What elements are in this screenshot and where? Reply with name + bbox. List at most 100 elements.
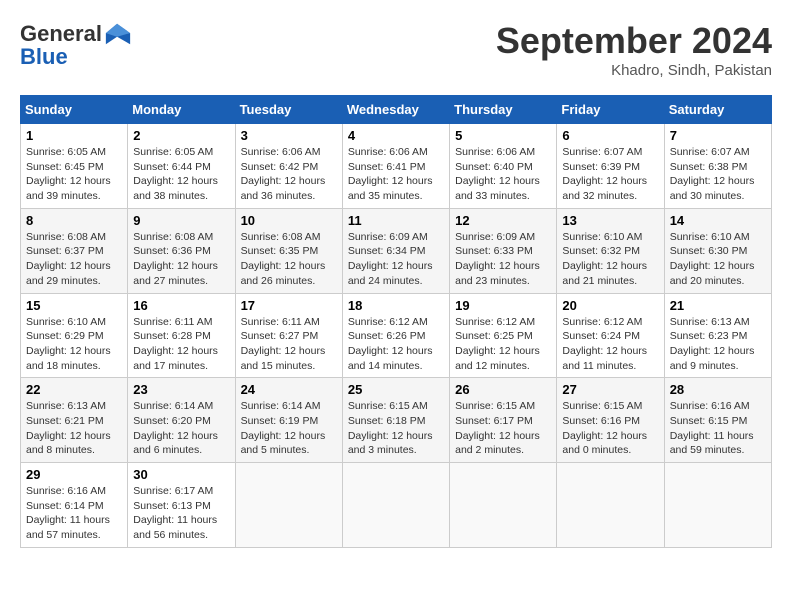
calendar-cell [664,463,771,548]
calendar-cell: 28 Sunrise: 6:16 AM Sunset: 6:15 PM Dayli… [664,378,771,463]
day-number: 27 [562,382,658,397]
calendar-cell: 23 Sunrise: 6:14 AM Sunset: 6:20 PM Dayli… [128,378,235,463]
day-info: Sunrise: 6:10 AM Sunset: 6:30 PM Dayligh… [670,230,766,289]
day-info: Sunrise: 6:08 AM Sunset: 6:36 PM Dayligh… [133,230,229,289]
calendar-cell: 20 Sunrise: 6:12 AM Sunset: 6:24 PM Dayli… [557,293,664,378]
logo: General Blue [20,20,132,70]
day-number: 2 [133,128,229,143]
calendar-cell: 17Sunrise: 6:11 AM Sunset: 6:27 PM Dayli… [235,293,342,378]
day-info: Sunrise: 6:13 AM Sunset: 6:23 PM Dayligh… [670,315,766,374]
calendar-cell: 16Sunrise: 6:11 AM Sunset: 6:28 PM Dayli… [128,293,235,378]
day-number: 4 [348,128,444,143]
logo-icon [104,20,132,48]
day-info: Sunrise: 6:12 AM Sunset: 6:25 PM Dayligh… [455,315,551,374]
day-info: Sunrise: 6:16 AM Sunset: 6:14 PM Dayligh… [26,484,122,543]
calendar-cell: 14 Sunrise: 6:10 AM Sunset: 6:30 PM Dayli… [664,208,771,293]
calendar-cell: 8 Sunrise: 6:08 AM Sunset: 6:37 PM Daylig… [21,208,128,293]
page-header: General Blue September 2024 Khadro, Sind… [20,20,772,79]
day-info: Sunrise: 6:15 AM Sunset: 6:17 PM Dayligh… [455,399,551,458]
calendar-header-row: SundayMondayTuesdayWednesdayThursdayFrid… [21,96,772,124]
calendar-cell [342,463,449,548]
calendar-week-row: 29 Sunrise: 6:16 AM Sunset: 6:14 PM Dayli… [21,463,772,548]
day-info: Sunrise: 6:09 AM Sunset: 6:33 PM Dayligh… [455,230,551,289]
day-number: 3 [241,128,337,143]
calendar-week-row: 15Sunrise: 6:10 AM Sunset: 6:29 PM Dayli… [21,293,772,378]
day-info: Sunrise: 6:10 AM Sunset: 6:32 PM Dayligh… [562,230,658,289]
day-number: 10 [241,213,337,228]
day-number: 30 [133,467,229,482]
day-info: Sunrise: 6:06 AM Sunset: 6:41 PM Dayligh… [348,145,444,204]
weekday-header: Thursday [450,96,557,124]
title-block: September 2024 Khadro, Sindh, Pakistan [496,20,772,79]
day-info: Sunrise: 6:12 AM Sunset: 6:26 PM Dayligh… [348,315,444,374]
day-number: 23 [133,382,229,397]
day-number: 20 [562,298,658,313]
day-number: 11 [348,213,444,228]
calendar-cell [557,463,664,548]
day-info: Sunrise: 6:09 AM Sunset: 6:34 PM Dayligh… [348,230,444,289]
calendar-week-row: 8 Sunrise: 6:08 AM Sunset: 6:37 PM Daylig… [21,208,772,293]
calendar-cell: 21 Sunrise: 6:13 AM Sunset: 6:23 PM Dayli… [664,293,771,378]
calendar-week-row: 22Sunrise: 6:13 AM Sunset: 6:21 PM Dayli… [21,378,772,463]
calendar-cell: 4 Sunrise: 6:06 AM Sunset: 6:41 PM Daylig… [342,124,449,209]
calendar-cell: 24Sunrise: 6:14 AM Sunset: 6:19 PM Dayli… [235,378,342,463]
day-number: 19 [455,298,551,313]
calendar-cell: 3 Sunrise: 6:06 AM Sunset: 6:42 PM Daylig… [235,124,342,209]
day-number: 25 [348,382,444,397]
day-info: Sunrise: 6:17 AM Sunset: 6:13 PM Dayligh… [133,484,229,543]
day-number: 29 [26,467,122,482]
day-info: Sunrise: 6:08 AM Sunset: 6:35 PM Dayligh… [241,230,337,289]
day-info: Sunrise: 6:15 AM Sunset: 6:16 PM Dayligh… [562,399,658,458]
calendar-cell [235,463,342,548]
day-info: Sunrise: 6:11 AM Sunset: 6:27 PM Dayligh… [241,315,337,374]
weekday-header: Saturday [664,96,771,124]
day-number: 9 [133,213,229,228]
calendar-table: SundayMondayTuesdayWednesdayThursdayFrid… [20,95,772,548]
weekday-header: Wednesday [342,96,449,124]
day-number: 24 [241,382,337,397]
day-info: Sunrise: 6:06 AM Sunset: 6:40 PM Dayligh… [455,145,551,204]
calendar-cell: 9 Sunrise: 6:08 AM Sunset: 6:36 PM Daylig… [128,208,235,293]
day-number: 8 [26,213,122,228]
weekday-header: Sunday [21,96,128,124]
calendar-cell: 11 Sunrise: 6:09 AM Sunset: 6:34 PM Dayli… [342,208,449,293]
day-number: 7 [670,128,766,143]
day-number: 12 [455,213,551,228]
day-number: 14 [670,213,766,228]
day-number: 18 [348,298,444,313]
day-info: Sunrise: 6:05 AM Sunset: 6:45 PM Dayligh… [26,145,122,204]
day-info: Sunrise: 6:06 AM Sunset: 6:42 PM Dayligh… [241,145,337,204]
day-number: 16 [133,298,229,313]
day-info: Sunrise: 6:12 AM Sunset: 6:24 PM Dayligh… [562,315,658,374]
calendar-cell: 1Sunrise: 6:05 AM Sunset: 6:45 PM Daylig… [21,124,128,209]
day-number: 13 [562,213,658,228]
calendar-cell [450,463,557,548]
day-number: 21 [670,298,766,313]
day-number: 26 [455,382,551,397]
day-number: 28 [670,382,766,397]
calendar-cell: 15Sunrise: 6:10 AM Sunset: 6:29 PM Dayli… [21,293,128,378]
calendar-cell: 2 Sunrise: 6:05 AM Sunset: 6:44 PM Daylig… [128,124,235,209]
calendar-cell: 10 Sunrise: 6:08 AM Sunset: 6:35 PM Dayli… [235,208,342,293]
calendar-cell: 25 Sunrise: 6:15 AM Sunset: 6:18 PM Dayli… [342,378,449,463]
location: Khadro, Sindh, Pakistan [496,62,772,79]
calendar-cell: 22Sunrise: 6:13 AM Sunset: 6:21 PM Dayli… [21,378,128,463]
calendar-cell: 13 Sunrise: 6:10 AM Sunset: 6:32 PM Dayli… [557,208,664,293]
calendar-week-row: 1Sunrise: 6:05 AM Sunset: 6:45 PM Daylig… [21,124,772,209]
day-info: Sunrise: 6:13 AM Sunset: 6:21 PM Dayligh… [26,399,122,458]
calendar-cell: 27 Sunrise: 6:15 AM Sunset: 6:16 PM Dayli… [557,378,664,463]
calendar-cell: 29 Sunrise: 6:16 AM Sunset: 6:14 PM Dayli… [21,463,128,548]
calendar-cell: 30 Sunrise: 6:17 AM Sunset: 6:13 PM Dayli… [128,463,235,548]
day-number: 6 [562,128,658,143]
day-info: Sunrise: 6:15 AM Sunset: 6:18 PM Dayligh… [348,399,444,458]
day-info: Sunrise: 6:16 AM Sunset: 6:15 PM Dayligh… [670,399,766,458]
calendar-cell: 26 Sunrise: 6:15 AM Sunset: 6:17 PM Dayli… [450,378,557,463]
calendar-cell: 19 Sunrise: 6:12 AM Sunset: 6:25 PM Dayli… [450,293,557,378]
day-info: Sunrise: 6:07 AM Sunset: 6:38 PM Dayligh… [670,145,766,204]
calendar-cell: 7 Sunrise: 6:07 AM Sunset: 6:38 PM Daylig… [664,124,771,209]
day-info: Sunrise: 6:08 AM Sunset: 6:37 PM Dayligh… [26,230,122,289]
day-info: Sunrise: 6:05 AM Sunset: 6:44 PM Dayligh… [133,145,229,204]
day-info: Sunrise: 6:14 AM Sunset: 6:20 PM Dayligh… [133,399,229,458]
weekday-header: Monday [128,96,235,124]
day-info: Sunrise: 6:07 AM Sunset: 6:39 PM Dayligh… [562,145,658,204]
